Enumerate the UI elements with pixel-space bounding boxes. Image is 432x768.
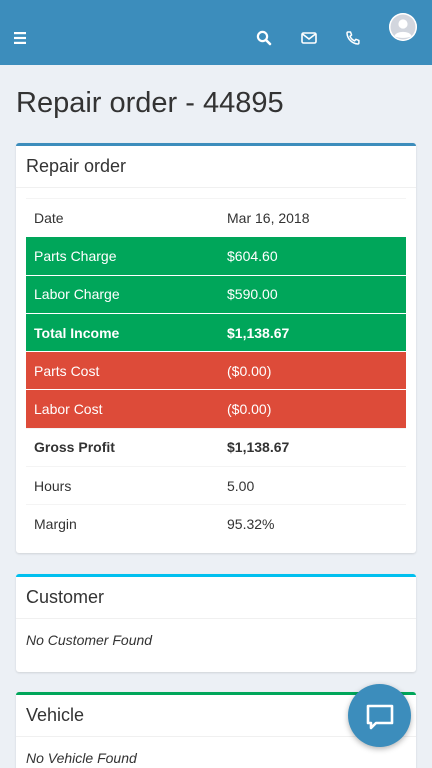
row-value: $604.60 [219,236,406,276]
row-label: Margin [26,504,219,544]
table-row-labor-charge: Labor Charge $590.00 [26,274,406,314]
envelope-icon[interactable] [299,28,319,48]
row-label: Gross Profit [26,427,219,467]
table-row-date: Date Mar 16, 2018 [26,197,406,237]
row-label: Date [26,197,219,237]
table-row-total-income: Total Income $1,138.67 [26,312,406,352]
row-value: 95.32% [219,504,406,544]
no-vehicle-message: No Vehicle Found [26,750,137,766]
repair-order-table: Date Mar 16, 2018 Parts Charge $604.60 L… [26,197,406,544]
phone-icon[interactable] [343,28,363,48]
row-value: $1,138.67 [219,427,406,467]
row-value: 5.00 [219,466,406,505]
row-label: Hours [26,466,219,505]
table-row-hours: Hours 5.00 [26,466,406,505]
row-value: $590.00 [219,274,406,314]
top-navbar [0,0,432,65]
row-value: ($0.00) [219,351,406,390]
table-row-parts-charge: Parts Charge $604.60 [26,236,406,276]
page-title: Repair order - 44895 [16,87,284,119]
row-label: Total Income [26,312,219,352]
row-label: Parts Charge [26,236,219,276]
row-value: ($0.00) [219,389,406,429]
menu-icon[interactable] [12,28,32,48]
row-label: Parts Cost [26,351,219,390]
row-value: $1,138.67 [219,312,406,352]
row-label: Labor Cost [26,389,219,429]
table-row-labor-cost: Labor Cost ($0.00) [26,389,406,429]
chat-bubble-icon [366,704,394,730]
chat-button[interactable] [348,684,411,747]
table-row-gross-profit: Gross Profit $1,138.67 [26,427,406,467]
box-header-divider [16,187,416,188]
row-label: Labor Charge [26,274,219,314]
customer-box-title: Customer [26,587,105,607]
box-header-divider [16,618,416,619]
no-customer-message: No Customer Found [26,632,153,648]
row-value: Mar 16, 2018 [219,197,406,237]
table-row-margin: Margin 95.32% [26,504,406,544]
customer-box: Customer No Customer Found [16,574,416,672]
search-icon[interactable] [254,28,274,48]
table-row-parts-cost: Parts Cost ($0.00) [26,351,406,390]
user-avatar[interactable] [389,13,417,41]
repair-order-box: Repair order Date Mar 16, 2018 Parts Cha… [16,143,416,553]
vehicle-box-title: Vehicle [26,705,85,725]
repair-order-box-title: Repair order [26,156,127,176]
